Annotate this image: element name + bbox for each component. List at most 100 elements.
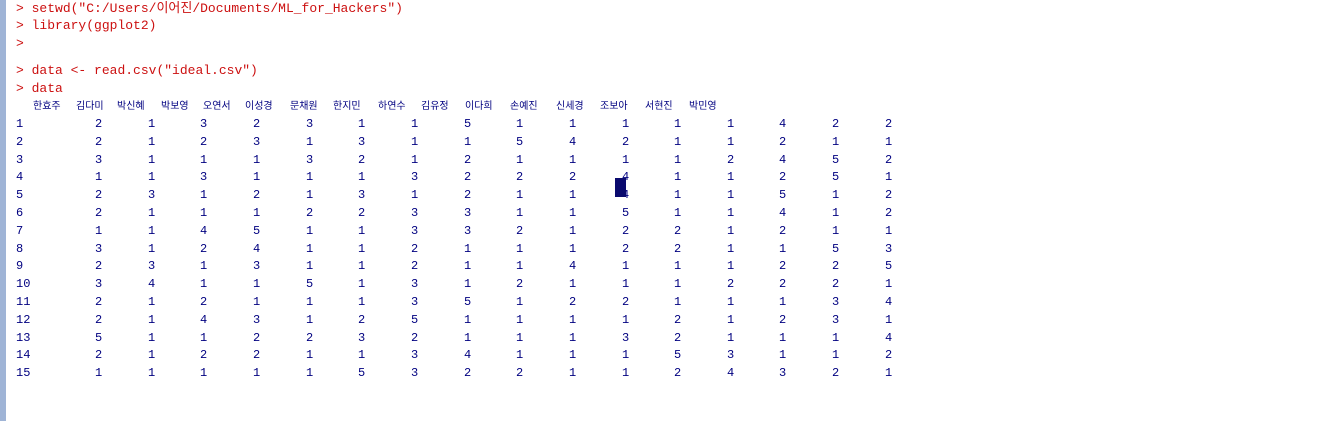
table-cell: 1 (516, 313, 524, 327)
table-cell: 3 (253, 135, 261, 149)
table-cell: 1 (253, 277, 261, 291)
table-cell: 2 (200, 348, 208, 362)
row-name: 4 (16, 170, 24, 184)
table-cell: 1 (253, 295, 261, 309)
table-cell: 2 (569, 295, 577, 309)
table-cell: 2 (464, 170, 472, 184)
table-cell: 1 (95, 170, 103, 184)
table-cell: 1 (200, 206, 208, 220)
table-cell: 5 (464, 295, 472, 309)
table-cell: 3 (622, 331, 630, 345)
table-cell: 2 (95, 259, 103, 273)
table-cell: 1 (674, 117, 682, 131)
table-cell: 1 (622, 348, 630, 362)
column-header: 오연서 (203, 101, 231, 112)
row-name: 12 (16, 313, 31, 327)
table-cell: 5 (464, 117, 472, 131)
table-cell: 4 (885, 331, 893, 345)
table-cell: 2 (95, 295, 103, 309)
table-cell: 1 (148, 313, 156, 327)
table-cell: 1 (516, 153, 524, 167)
table-cell: 1 (306, 242, 314, 256)
table-cell: 1 (358, 117, 366, 131)
table-cell: 2 (516, 366, 524, 380)
table-cell: 1 (253, 153, 261, 167)
table-cell: 3 (411, 277, 419, 291)
table-cell: 4 (779, 117, 787, 131)
table-cell: 5 (306, 277, 314, 291)
table-cell: 2 (885, 153, 893, 167)
row-name: 14 (16, 348, 31, 362)
table-cell: 1 (516, 331, 524, 345)
table-cell: 1 (516, 259, 524, 273)
command-line-4: > data <- read.csv("ideal.csv") (16, 63, 258, 79)
table-cell: 2 (779, 259, 787, 273)
table-row: 6 2 1 1 1 2 2 3 3 1 1 5 1 1 4 1 2 (0, 205, 1328, 221)
table-row: 14 2 1 2 2 1 1 3 4 1 1 1 5 3 1 1 2 (0, 347, 1328, 363)
table-cell: 1 (411, 117, 419, 131)
table-cell: 1 (306, 170, 314, 184)
table-cell: 1 (464, 313, 472, 327)
table-cell: 2 (411, 259, 419, 273)
table-cell: 1 (148, 242, 156, 256)
table-cell: 1 (358, 170, 366, 184)
table-cell: 2 (727, 153, 735, 167)
table-cell: 3 (411, 295, 419, 309)
table-cell: 2 (885, 188, 893, 202)
table-cell: 1 (885, 277, 893, 291)
table-cell: 1 (148, 153, 156, 167)
table-cell: 2 (779, 224, 787, 238)
table-cell: 5 (358, 366, 366, 380)
table-cell: 1 (148, 206, 156, 220)
table-cell: 2 (779, 170, 787, 184)
row-name: 7 (16, 224, 24, 238)
table-cell: 1 (306, 188, 314, 202)
column-header: 문채원 (290, 101, 318, 112)
table-cell: 2 (253, 331, 261, 345)
column-header: 박민영 (689, 101, 717, 112)
table-cell: 5 (832, 170, 840, 184)
table-cell: 1 (885, 170, 893, 184)
command-line-5: > data (16, 81, 63, 97)
table-cell: 1 (832, 331, 840, 345)
table-cell: 3 (411, 170, 419, 184)
table-cell: 3 (832, 313, 840, 327)
table-cell: 2 (832, 259, 840, 273)
row-name: 11 (16, 295, 31, 309)
table-cell: 1 (200, 331, 208, 345)
table-cell: 4 (148, 277, 156, 291)
table-cell: 5 (674, 348, 682, 362)
table-cell: 1 (569, 348, 577, 362)
table-cell: 2 (200, 295, 208, 309)
table-cell: 1 (516, 242, 524, 256)
table-cell: 2 (622, 242, 630, 256)
table-cell: 2 (622, 135, 630, 149)
table-cell: 1 (727, 206, 735, 220)
row-name: 9 (16, 259, 24, 273)
table-cell: 3 (306, 117, 314, 131)
r-console[interactable]: > setwd("C:/Users/이어진/Documents/ML_for_H… (0, 0, 1328, 421)
column-header: 조보아 (600, 101, 628, 112)
table-cell: 3 (358, 331, 366, 345)
table-cell: 1 (306, 313, 314, 327)
table-cell: 5 (516, 135, 524, 149)
row-name: 6 (16, 206, 24, 220)
table-row: 13 5 1 1 2 2 3 2 1 1 1 3 2 1 1 1 4 (0, 330, 1328, 346)
column-header: 한효주 (33, 101, 61, 112)
table-cell: 5 (95, 331, 103, 345)
table-cell: 2 (832, 117, 840, 131)
table-cell: 1 (674, 188, 682, 202)
table-cell: 1 (727, 295, 735, 309)
table-cell: 1 (622, 153, 630, 167)
table-cell: 1 (516, 348, 524, 362)
table-cell: 3 (779, 366, 787, 380)
table-cell: 1 (200, 277, 208, 291)
table-cell: 4 (200, 313, 208, 327)
command-line-3: > (16, 36, 32, 52)
table-cell: 1 (727, 331, 735, 345)
column-header: 이다희 (465, 101, 493, 112)
command-text: library(ggplot2) (31, 18, 157, 33)
table-cell: 1 (253, 206, 261, 220)
table-cell: 2 (832, 366, 840, 380)
table-cell: 2 (779, 313, 787, 327)
